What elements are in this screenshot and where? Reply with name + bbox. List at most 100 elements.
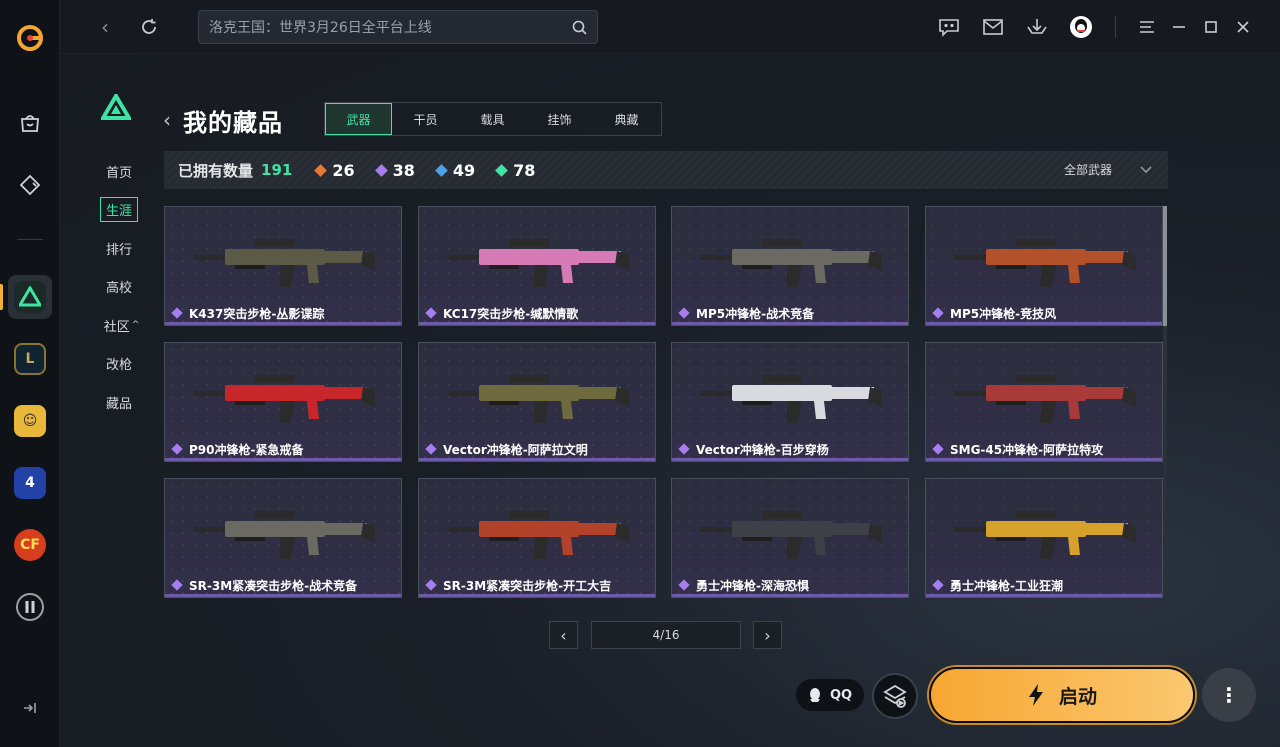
rarity-diamond-icon xyxy=(425,443,437,455)
tab-2[interactable]: 载具 xyxy=(459,103,526,135)
game-icon-3[interactable]: 4 xyxy=(8,461,52,505)
weapon-image xyxy=(700,511,882,559)
section-nav-label: 社区 xyxy=(103,319,130,335)
weapon-card[interactable]: SMG-45冲锋枪-阿萨拉特攻 xyxy=(925,342,1163,462)
section-nav-item[interactable]: 高校 xyxy=(94,268,144,307)
weapon-name-row: KC17突击步枪-缄默情歌 xyxy=(419,301,655,325)
back-icon[interactable]: ‹ xyxy=(92,14,118,40)
section-nav-label: 生涯 xyxy=(99,197,138,223)
delta-force-icon[interactable] xyxy=(8,275,52,319)
qq-penguin-icon xyxy=(809,688,820,702)
weapon-card[interactable]: KC17突击步枪-缄默情歌 xyxy=(418,206,656,326)
grid-scrollbar[interactable] xyxy=(1163,206,1167,598)
weapon-name-row: 勇士冲锋枪-深海恐惧 xyxy=(672,573,908,597)
app-rail: L ☺ 4 CF xyxy=(0,0,60,747)
weapon-image xyxy=(954,511,1136,559)
rarity-diamond-icon xyxy=(932,579,944,591)
tab-1[interactable]: 干员 xyxy=(392,103,459,135)
tab-3[interactable]: 挂饰 xyxy=(526,103,593,135)
app-logo-icon[interactable] xyxy=(8,16,52,60)
close-icon[interactable] xyxy=(1231,15,1255,39)
download-icon[interactable] xyxy=(1025,15,1049,39)
game-icon-2[interactable]: ☺ xyxy=(8,399,52,443)
weapon-card[interactable]: 勇士冲锋枪-工业狂潮 xyxy=(925,478,1163,598)
owned-total: 191 xyxy=(261,161,293,179)
weapon-name: SR-3M紧凑突击步枪-开工大吉 xyxy=(443,578,612,593)
weapon-name: SMG-45冲锋枪-阿萨拉特攻 xyxy=(950,442,1104,457)
game-library-button[interactable] xyxy=(872,673,918,719)
section-nav-item[interactable]: 社区 ^ xyxy=(94,306,144,345)
weapon-card[interactable]: SR-3M紧凑突击步枪-战术竞备 xyxy=(164,478,402,598)
league-icon[interactable]: L xyxy=(8,337,52,381)
weapon-image xyxy=(700,375,882,423)
weapon-card[interactable]: MP5冲锋枪-竞技风 xyxy=(925,206,1163,326)
store-icon[interactable] xyxy=(8,101,52,145)
crossfire-icon[interactable]: CF xyxy=(8,523,52,567)
pause-icon[interactable] xyxy=(8,585,52,629)
weapon-name-row: MP5冲锋枪-战术竞备 xyxy=(672,301,908,325)
section-nav-item[interactable]: 首页 xyxy=(94,152,144,191)
section-nav-item[interactable]: 藏品 xyxy=(94,383,144,422)
rarity-diamond-icon xyxy=(425,307,437,319)
top-bar: ‹ 洛克王国：世界3月26日全平台上线 xyxy=(60,0,1280,54)
stats-bar: 已拥有数量 191 26 38 49 78 全部武器 xyxy=(164,151,1168,189)
section-nav-item[interactable]: 改枪 xyxy=(94,345,144,384)
tab-0[interactable]: 武器 xyxy=(325,103,392,135)
weapon-card[interactable]: MP5冲锋枪-战术竞备 xyxy=(671,206,909,326)
tab-4[interactable]: 典藏 xyxy=(593,103,660,135)
rarity-diamond-icon xyxy=(932,443,944,455)
qq-account-button[interactable]: QQ xyxy=(796,679,864,711)
search-placeholder: 洛克王国：世界3月26日全平台上线 xyxy=(209,20,432,36)
minimize-icon[interactable] xyxy=(1167,15,1191,39)
weapon-image xyxy=(193,239,375,287)
more-options-button[interactable]: ⋮ xyxy=(1202,668,1256,722)
weapon-image xyxy=(954,239,1136,287)
prev-page-button[interactable]: ‹ xyxy=(549,621,578,649)
weapon-name-row: Vector冲锋枪-阿萨拉文明 xyxy=(419,437,655,461)
weapon-image xyxy=(447,239,629,287)
weapon-card[interactable]: SR-3M紧凑突击步枪-开工大吉 xyxy=(418,478,656,598)
weapon-card[interactable]: Vector冲锋枪-百步穿杨 xyxy=(671,342,909,462)
launch-label: 启动 xyxy=(1058,685,1097,708)
rarity-diamond-icon xyxy=(678,443,690,455)
maximize-icon[interactable] xyxy=(1199,15,1223,39)
topbar-divider xyxy=(1115,16,1116,38)
menu-icon[interactable] xyxy=(1135,15,1159,39)
tier-diamond-icon xyxy=(495,163,508,177)
weapon-name: 勇士冲锋枪-工业狂潮 xyxy=(950,578,1063,593)
collapse-icon[interactable] xyxy=(8,686,52,730)
next-page-button[interactable]: › xyxy=(753,621,782,649)
rail-divider xyxy=(17,239,43,240)
weapon-card[interactable]: Vector冲锋枪-阿萨拉文明 xyxy=(418,342,656,462)
weapon-image xyxy=(700,239,882,287)
search-icon[interactable] xyxy=(572,20,587,35)
weapon-name: 勇士冲锋枪-深海恐惧 xyxy=(696,578,809,593)
back-chevron-icon[interactable]: ‹ xyxy=(163,108,171,132)
section-nav: 首页 生涯 排行 高校 社区 ^ 改枪 藏品 xyxy=(94,152,144,422)
weapon-name-row: SR-3M紧凑突击步枪-战术竞备 xyxy=(165,573,401,597)
tier-diamond-icon xyxy=(374,163,388,177)
weapon-name: SR-3M紧凑突击步枪-战术竞备 xyxy=(189,578,358,593)
weapon-name: KC17突击步枪-缄默情歌 xyxy=(443,306,579,321)
search-input[interactable]: 洛克王国：世界3月26日全平台上线 xyxy=(198,10,598,44)
weapon-filter-dropdown[interactable]: 全部武器 xyxy=(1064,161,1152,178)
weapon-name-row: MP5冲锋枪-竞技风 xyxy=(926,301,1162,325)
qq-avatar-icon[interactable] xyxy=(1069,15,1093,39)
weapon-card[interactable]: 勇士冲锋枪-深海恐惧 xyxy=(671,478,909,598)
launch-button[interactable]: 启动 xyxy=(929,667,1195,723)
weapon-image xyxy=(193,511,375,559)
scrollbar-thumb[interactable] xyxy=(1163,206,1167,326)
lightning-icon xyxy=(1028,684,1043,706)
weapon-card[interactable]: K437突击步枪-丛影谍踪 xyxy=(164,206,402,326)
mail-icon[interactable] xyxy=(981,15,1005,39)
chat-icon[interactable] xyxy=(937,15,961,39)
weapon-name-row: 勇士冲锋枪-工业狂潮 xyxy=(926,573,1162,597)
weapon-name-row: SR-3M紧凑突击步枪-开工大吉 xyxy=(419,573,655,597)
section-nav-item[interactable]: 生涯 xyxy=(94,191,144,230)
weapon-card[interactable]: P90冲锋枪-紧急戒备 xyxy=(164,342,402,462)
game-library-icon[interactable] xyxy=(8,163,52,207)
section-nav-item[interactable]: 排行 xyxy=(94,229,144,268)
chevron-up-icon: ^ xyxy=(131,320,140,331)
section-nav-label: 高校 xyxy=(105,281,132,297)
refresh-icon[interactable] xyxy=(136,14,162,40)
